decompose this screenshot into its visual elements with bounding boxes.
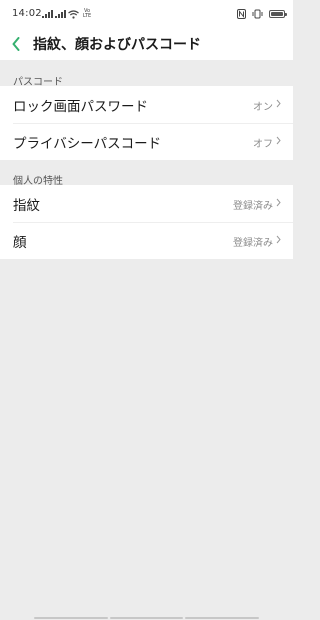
gesture-navigation-bar[interactable] <box>34 617 260 619</box>
battery-icon <box>269 10 287 18</box>
lock-screen-password-row[interactable]: ロック画面パスワード オン <box>0 86 293 123</box>
fingerprint-row[interactable]: 指紋 登録済み <box>0 185 293 222</box>
gesture-bar-segment <box>109 617 184 619</box>
row-value: オフ <box>253 139 273 150</box>
gesture-bar-segment <box>185 617 260 619</box>
status-bar: 14:02 Vo LTE <box>0 0 293 30</box>
chevron-right-icon <box>276 99 281 108</box>
row-value: 登録済み <box>233 238 273 249</box>
row-label: ロック画面パスワード <box>13 99 148 115</box>
passcode-group: ロック画面パスワード オン プライバシーパスコード オフ <box>0 86 293 160</box>
chevron-right-icon <box>276 136 281 145</box>
signal-icon <box>55 10 66 18</box>
volte-badge: Vo LTE <box>82 8 92 19</box>
row-label: 顔 <box>13 235 27 251</box>
page-title: 指紋、顔およびパスコード <box>33 37 201 53</box>
row-label: プライバシーパスコード <box>13 136 162 152</box>
row-label: 指紋 <box>13 198 40 214</box>
status-left-icons: Vo LTE <box>42 9 93 19</box>
chevron-right-icon <box>276 235 281 244</box>
row-value: オン <box>253 102 273 113</box>
vibrate-icon <box>252 9 263 19</box>
wifi-icon <box>68 9 79 19</box>
status-right-icons <box>237 8 287 20</box>
header: 指紋、顔およびパスコード <box>0 30 293 60</box>
gesture-bar-segment <box>34 617 108 619</box>
status-time: 14:02 <box>12 8 42 19</box>
signal-icon <box>42 10 53 18</box>
personal-traits-group: 指紋 登録済み 顔 登録済み <box>0 185 293 259</box>
chevron-right-icon <box>276 198 281 207</box>
row-value: 登録済み <box>233 201 273 212</box>
face-row[interactable]: 顔 登録済み <box>0 222 293 259</box>
chevron-left-icon <box>12 37 20 51</box>
back-button[interactable] <box>6 31 26 57</box>
privacy-passcode-row[interactable]: プライバシーパスコード オフ <box>0 123 293 160</box>
nfc-icon <box>237 9 246 19</box>
